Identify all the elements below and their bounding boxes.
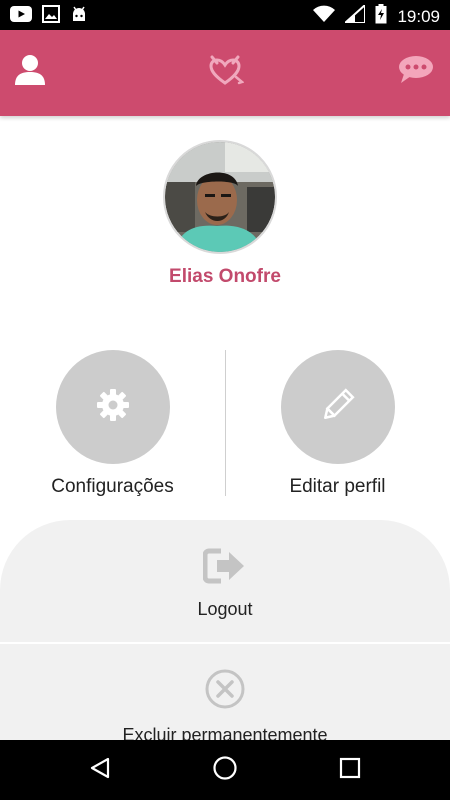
clock: 19:09 [397, 6, 440, 26]
edit-profile-button[interactable] [280, 350, 395, 464]
back-icon [88, 756, 112, 785]
profile-tab-button[interactable] [8, 50, 52, 94]
avatar-photo [165, 142, 275, 252]
youtube-icon [10, 6, 32, 27]
recent-apps-icon [339, 757, 361, 784]
sign-out-icon [202, 548, 247, 588]
app-bar [0, 30, 450, 116]
settings-action[interactable]: Configurações [0, 350, 225, 498]
settings-button[interactable] [55, 350, 170, 464]
android-icon [70, 5, 88, 28]
recent-apps-button[interactable] [335, 755, 365, 785]
home-icon [212, 755, 238, 786]
signal-icon [342, 2, 367, 28]
profile-name: Elias Onofre [169, 266, 281, 287]
settings-label: Configurações [51, 476, 174, 497]
user-icon [13, 54, 47, 91]
system-nav-bar [0, 740, 450, 800]
pencil-icon [318, 385, 358, 430]
panel-separator [0, 642, 450, 644]
edit-profile-action[interactable]: Editar perfil [225, 350, 450, 498]
image-icon [42, 5, 60, 28]
status-bar: 19:09 [0, 0, 450, 30]
delete-account-button[interactable]: Excluir permanentemente [0, 668, 450, 746]
avatar[interactable] [163, 140, 277, 254]
home-button[interactable] [210, 755, 240, 785]
devil-heart-logo-icon [206, 53, 245, 92]
battery-charging-icon [375, 4, 387, 29]
chat-button[interactable] [394, 50, 438, 94]
gear-icon [95, 387, 131, 428]
chat-bubble-icon [398, 55, 434, 90]
logout-button[interactable]: Logout [0, 548, 450, 620]
close-circle-icon [204, 669, 246, 714]
account-panel: Logout Excluir permanentemente [0, 520, 450, 750]
home-logo-button[interactable] [203, 50, 247, 94]
logout-label: Logout [197, 599, 253, 619]
back-button[interactable] [85, 755, 115, 785]
wifi-icon [313, 5, 336, 28]
edit-profile-label: Editar perfil [289, 476, 386, 497]
